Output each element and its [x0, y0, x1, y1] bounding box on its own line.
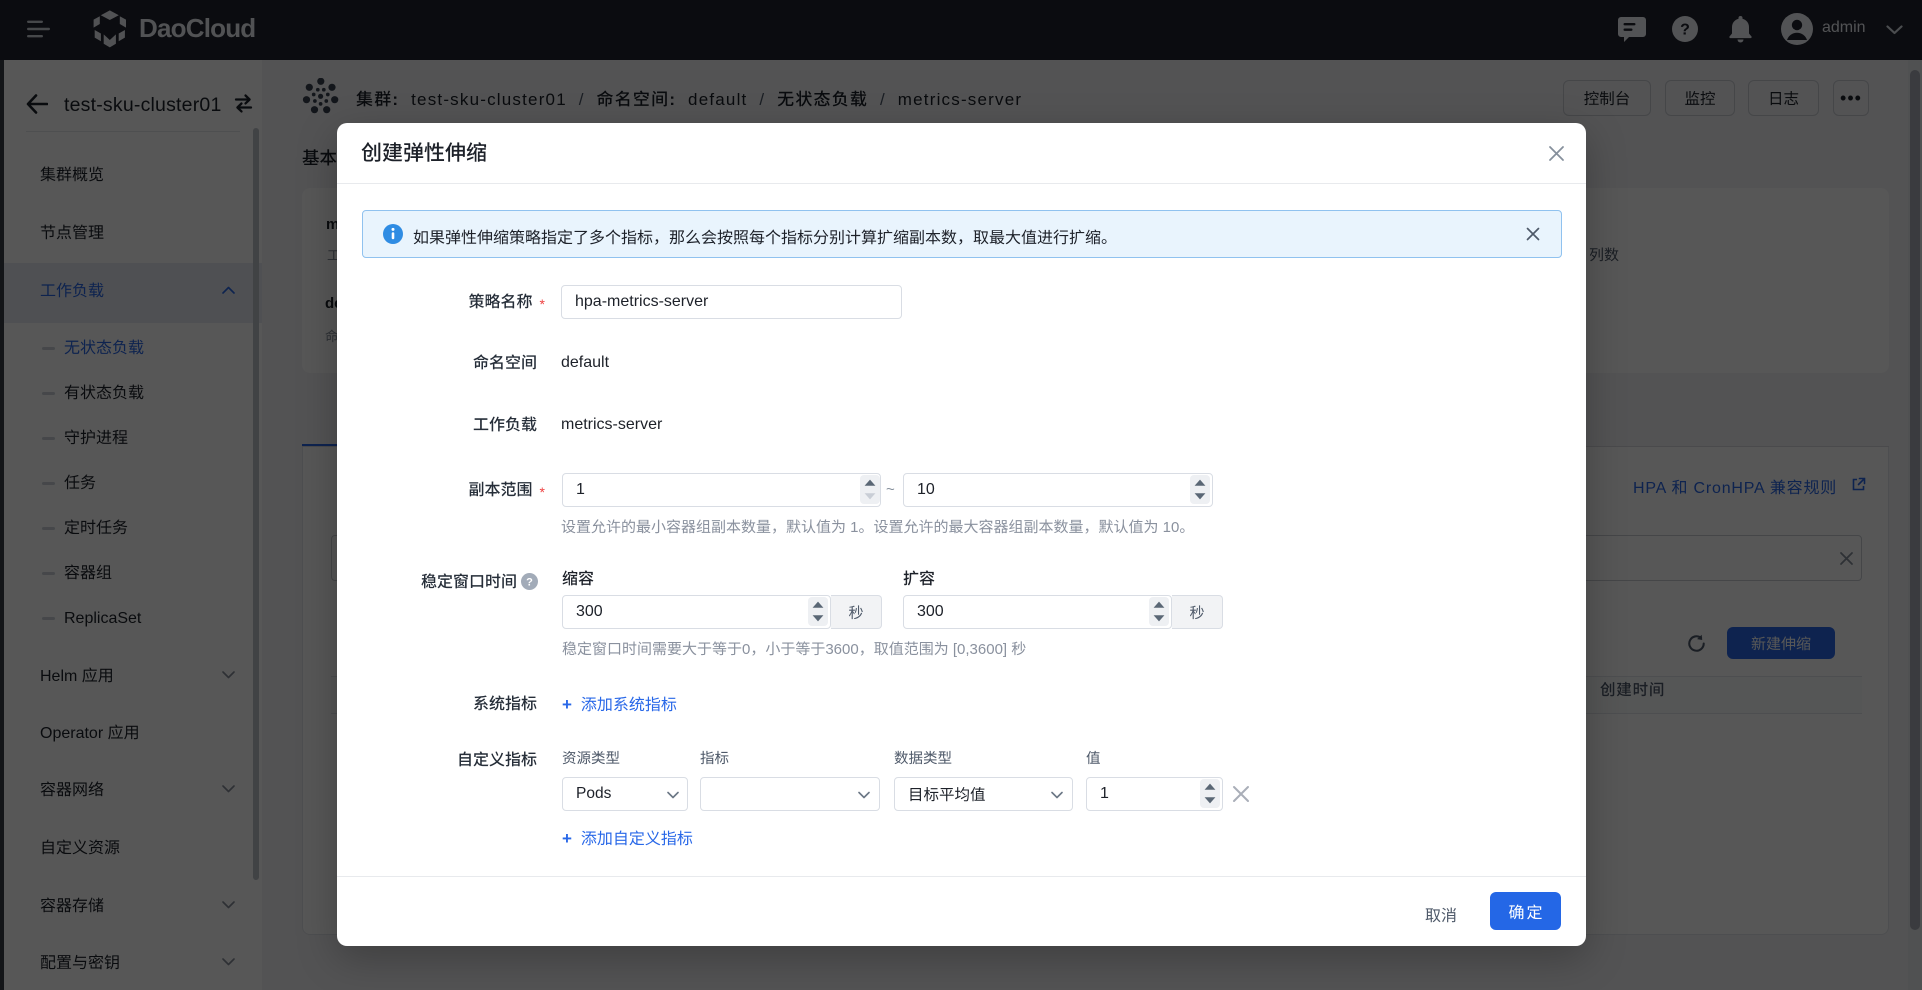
svg-text:?: ?	[526, 577, 533, 589]
